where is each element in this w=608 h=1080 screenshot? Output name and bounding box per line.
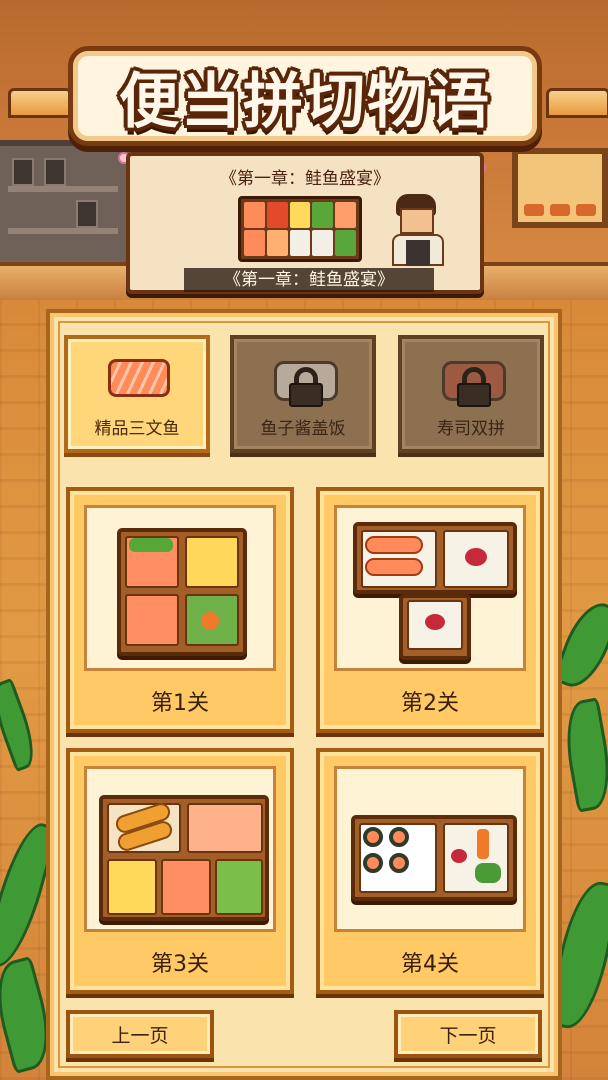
level-preview — [84, 505, 276, 671]
bento-t-shape-salmon-icon — [353, 522, 517, 594]
previous-page-button[interactable]: 上一页 — [66, 1010, 214, 1058]
category-tab-label: 寿司双拼 — [437, 419, 505, 439]
category-tab-sushi-duo[interactable]: 寿司双拼 — [398, 335, 544, 453]
level-preview — [334, 505, 526, 671]
level-label: 第2关 — [401, 691, 459, 716]
bento-t-shape-bottom — [399, 594, 471, 660]
lock-icon — [274, 357, 338, 407]
game-title: 便当拼切物语 — [119, 66, 491, 137]
salmon-icon — [108, 359, 170, 397]
level-label: 第1关 — [151, 691, 209, 716]
level-card-1[interactable]: 第1关 — [66, 487, 294, 733]
category-tab-caviar-rice[interactable]: 鱼子酱盖饭 — [230, 335, 376, 453]
chef-character-icon — [388, 192, 448, 266]
level-preview — [334, 766, 526, 932]
plant-leaf-icon — [0, 677, 43, 773]
game-title-banner: 便当拼切物语 — [68, 46, 542, 146]
ceiling-lamp-icon — [8, 88, 72, 118]
next-page-button[interactable]: 下一页 — [394, 1010, 542, 1058]
level-card-3[interactable]: 第3关 — [66, 748, 294, 994]
kitchen-shelf-decoration — [0, 140, 130, 270]
level-card-2[interactable]: 第2关 — [316, 487, 544, 733]
level-label: 第4关 — [401, 952, 459, 977]
category-tab-label: 鱼子酱盖饭 — [260, 419, 346, 439]
plant-leaf-icon — [558, 697, 608, 813]
bento-four-compartment-icon — [117, 528, 247, 656]
category-tab-salmon[interactable]: 精品三文鱼 — [64, 335, 210, 453]
kitchen-window-decoration — [512, 148, 608, 228]
level-preview — [84, 766, 276, 932]
bento-maki-vegetable-icon — [351, 815, 517, 901]
level-label: 第3关 — [151, 952, 209, 977]
bento-tempura-sushi-icon — [99, 795, 269, 921]
lock-icon — [442, 357, 506, 407]
chapter-card: 《第一章：鲑鱼盛宴》 《第一章：鲑鱼盛宴》 — [126, 152, 484, 294]
level-card-4[interactable]: 第4关 — [316, 748, 544, 994]
chapter-bento-icon — [238, 196, 362, 262]
ceiling-lamp-icon — [546, 88, 608, 118]
chapter-subtitle: 《第一章：鲑鱼盛宴》 — [184, 268, 434, 292]
category-tab-label: 精品三文鱼 — [94, 419, 180, 439]
chapter-title: 《第一章：鲑鱼盛宴》 — [220, 169, 390, 189]
